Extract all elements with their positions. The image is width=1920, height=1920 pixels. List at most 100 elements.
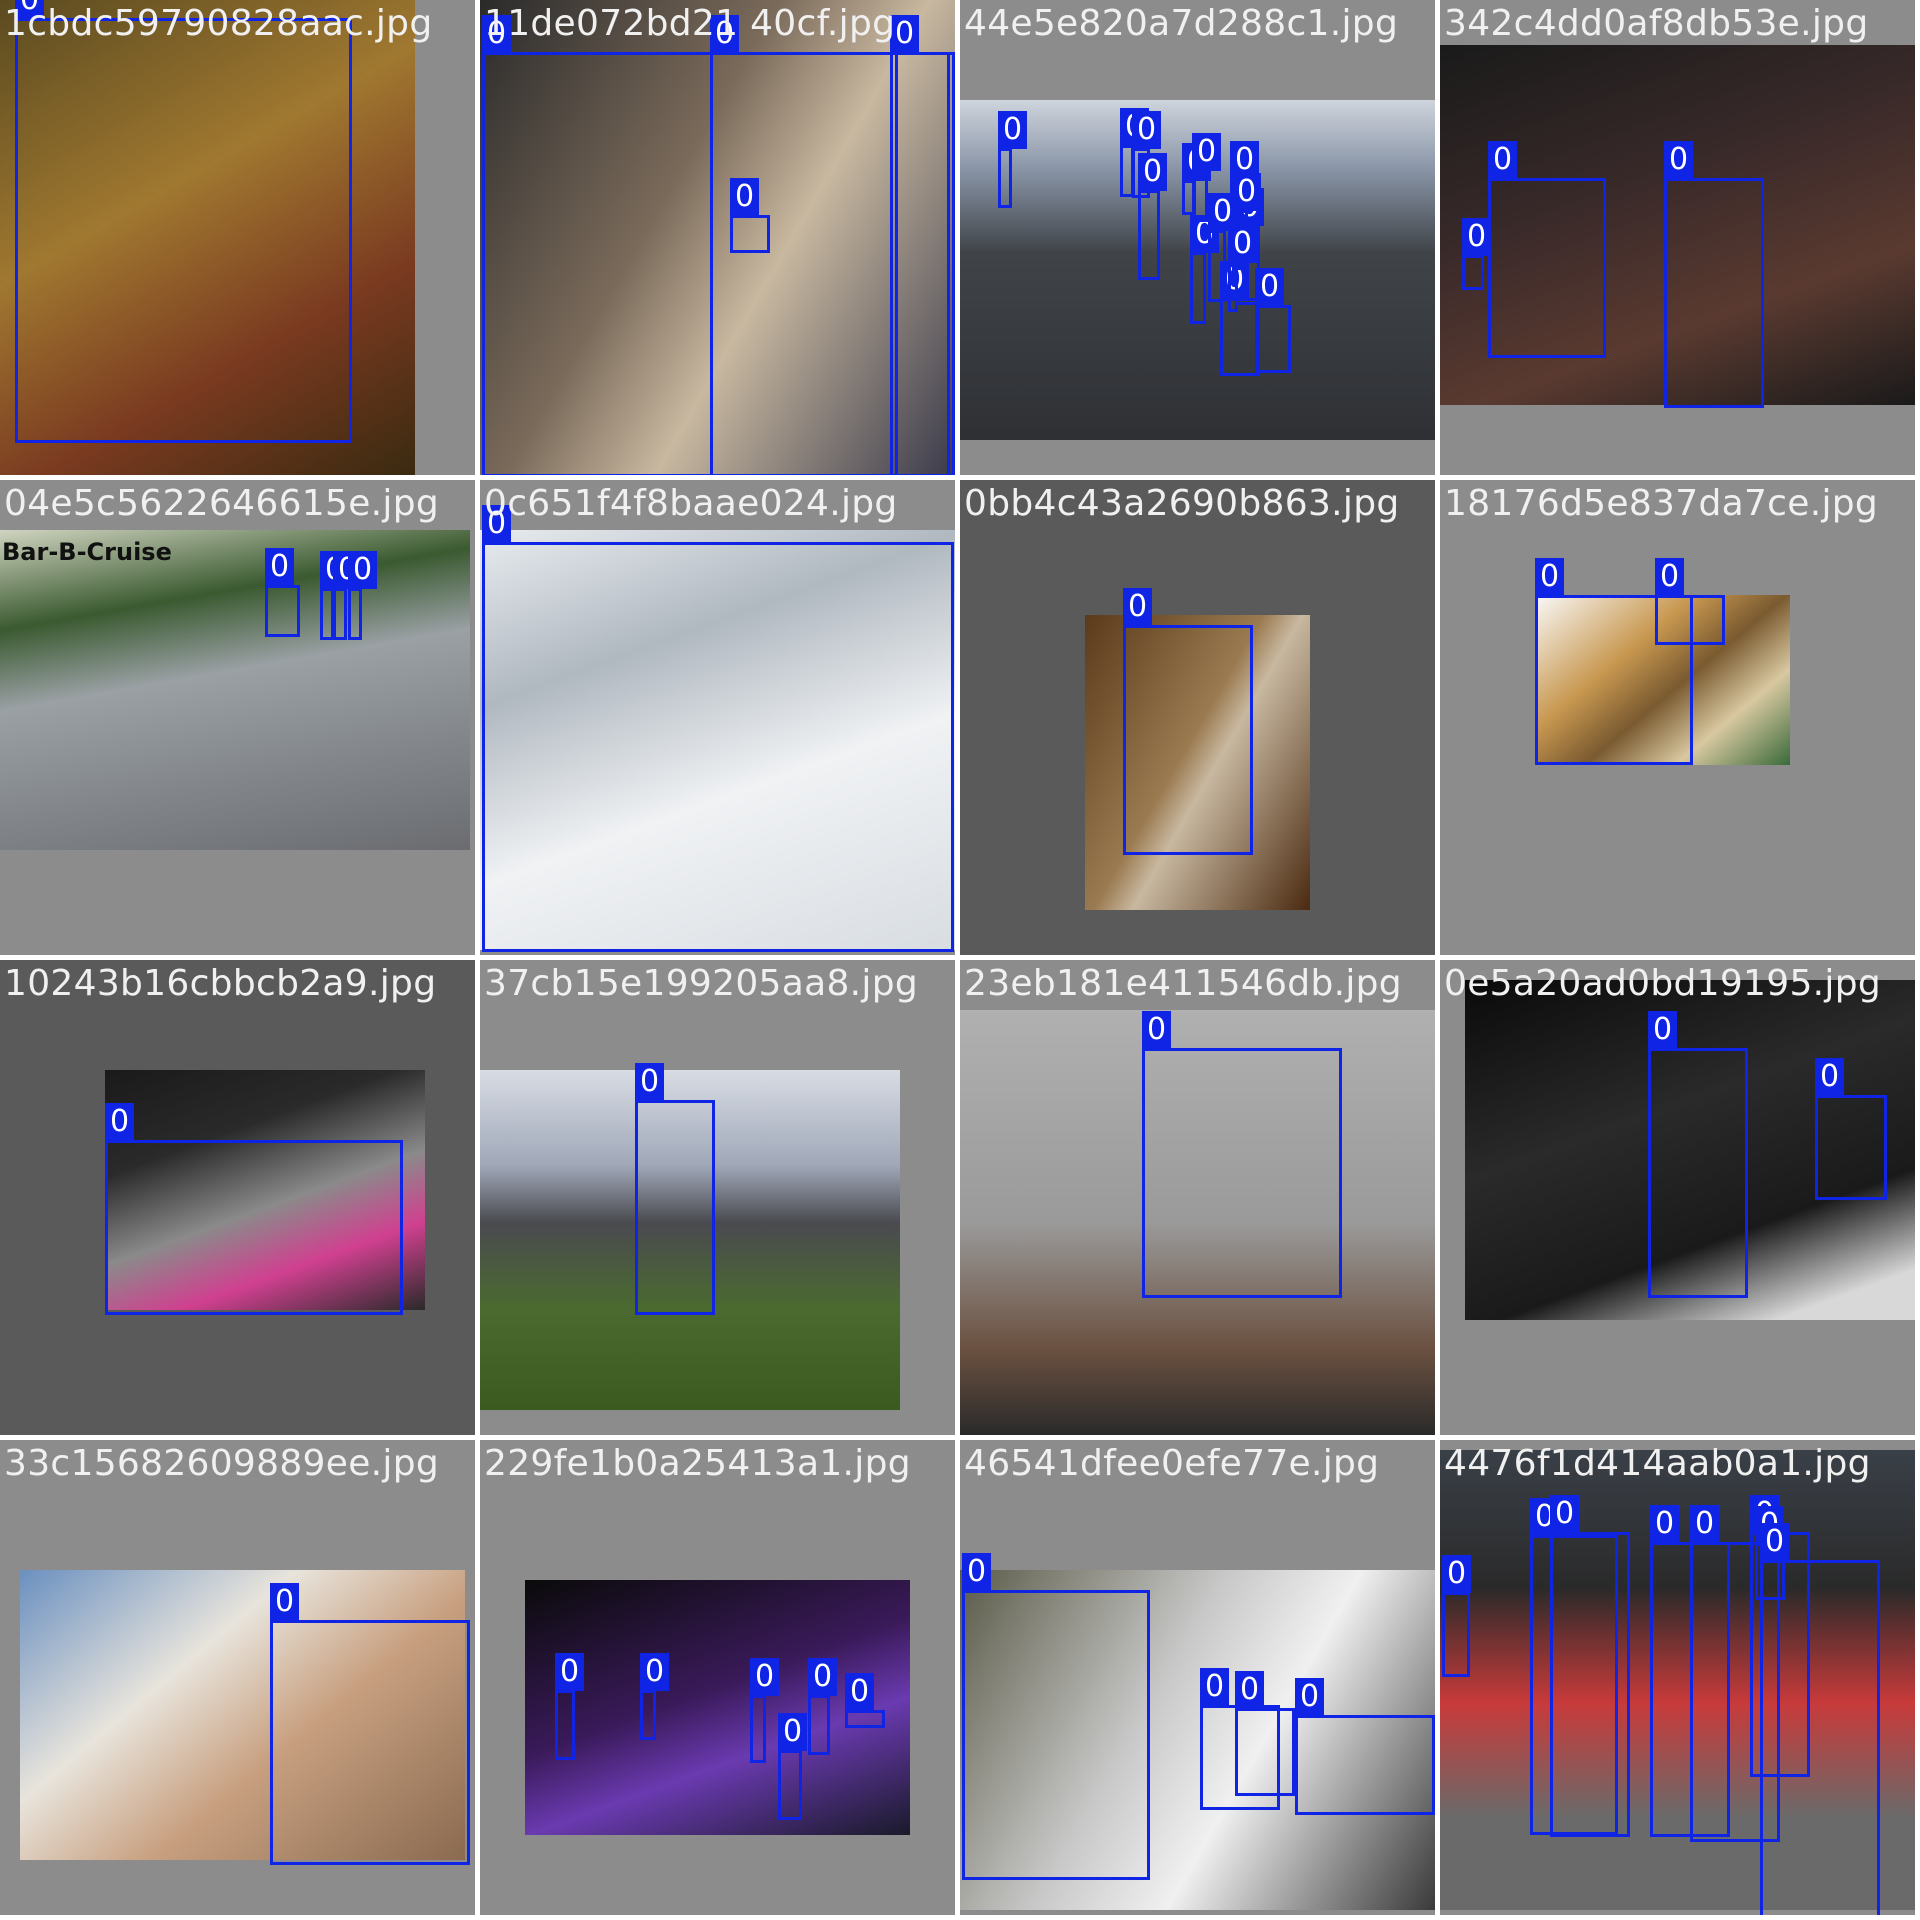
bounding-box: 0 bbox=[750, 1658, 780, 1763]
bounding-box: 0 bbox=[15, 0, 352, 443]
bounding-box: 0 bbox=[1190, 215, 1220, 324]
class-label: 0 bbox=[640, 1653, 670, 1691]
bounding-box: 0 bbox=[482, 505, 954, 952]
filename-label: 11de072bd21 40cf.jpg bbox=[484, 3, 896, 44]
bounding-box: 0 bbox=[635, 1063, 715, 1315]
bounding-box: 0 bbox=[348, 551, 378, 640]
class-label: 0 bbox=[750, 1658, 780, 1696]
class-label: 0 bbox=[778, 1713, 808, 1751]
bounding-box: 0 bbox=[1462, 218, 1492, 290]
image-tile[interactable]: 0 0c651f4f8baae024.jpg bbox=[480, 480, 955, 955]
class-label: 0 bbox=[1815, 1058, 1845, 1096]
filename-label: 342c4dd0af8db53e.jpg bbox=[1444, 3, 1869, 44]
detection-grid: 01cbdc59790828aac.jpg000011de072bd21 40c… bbox=[0, 0, 1920, 1920]
bounding-box: 0 bbox=[1815, 1058, 1887, 1200]
bounding-box: 0 bbox=[730, 178, 770, 253]
bounding-box: 0 bbox=[333, 551, 363, 640]
class-label: 0 bbox=[1200, 1668, 1230, 1706]
bounding-box: 0 bbox=[1220, 261, 1260, 376]
bounding-box: 0 bbox=[1255, 268, 1291, 373]
class-label: 0 bbox=[1232, 173, 1262, 211]
bounding-box: 0 bbox=[808, 1658, 838, 1755]
class-label: 0 bbox=[1488, 141, 1518, 179]
class-label: 0 bbox=[1690, 1505, 1720, 1543]
class-label: 0 bbox=[1664, 141, 1694, 179]
bounding-box: 0 bbox=[1228, 225, 1258, 312]
class-label: 0 bbox=[555, 1653, 585, 1691]
class-label: 0 bbox=[1535, 558, 1565, 596]
bounding-box: 0 bbox=[1235, 1671, 1295, 1796]
filename-label: 0bb4c43a2690b863.jpg bbox=[964, 483, 1400, 524]
image-tile[interactable]: 0 37cb15e199205aa8.jpg bbox=[480, 960, 955, 1435]
filename-label: 18176d5e837da7ce.jpg bbox=[1444, 483, 1879, 524]
bounding-box: 0 bbox=[1442, 1555, 1472, 1677]
class-label: 0 bbox=[1550, 1495, 1580, 1533]
class-label: 0 bbox=[1442, 1555, 1472, 1593]
class-label: 0 bbox=[1192, 133, 1222, 171]
photo bbox=[0, 530, 470, 850]
bounding-box: 0 bbox=[1648, 1011, 1748, 1298]
bounding-box: 0 bbox=[890, 15, 955, 475]
class-label: 0 bbox=[1235, 1671, 1265, 1709]
class-label: 0 bbox=[105, 1103, 135, 1141]
image-tile[interactable]: 0 0 18176d5e837da7ce.jpg bbox=[1440, 480, 1915, 955]
bounding-box: 0 bbox=[320, 551, 350, 640]
filename-label: 33c15682609889ee.jpg bbox=[4, 1443, 439, 1484]
class-label: 0 bbox=[1648, 1011, 1678, 1049]
class-label: 0 bbox=[1760, 1523, 1790, 1561]
class-label: 0 bbox=[845, 1673, 875, 1711]
filename-label: 44e5e820a7d288c1.jpg bbox=[964, 3, 1399, 44]
image-tile[interactable]: 0000000000000044e5e820a7d288c1.jpg bbox=[960, 0, 1435, 475]
image-tile[interactable]: 0 33c15682609889ee.jpg bbox=[0, 1440, 475, 1915]
class-label: 0 bbox=[635, 1063, 665, 1101]
bounding-box: 0 bbox=[270, 1583, 470, 1865]
bounding-box: 0 bbox=[1138, 153, 1168, 280]
bounding-box: 0 bbox=[962, 1553, 1150, 1880]
filename-label: 0e5a20ad0bd19195.jpg bbox=[1444, 963, 1882, 1004]
image-tile[interactable]: 0 23eb181e411546db.jpg bbox=[960, 960, 1435, 1435]
class-label: 0 bbox=[962, 1553, 992, 1591]
bounding-box: 0 bbox=[778, 1713, 808, 1820]
class-label: 0 bbox=[1123, 588, 1153, 626]
image-tile[interactable]: 0 10243b16cbbcb2a9.jpg bbox=[0, 960, 475, 1435]
filename-label: 4476f1d414aab0a1.jpg bbox=[1444, 1443, 1871, 1484]
bounding-box: 0 bbox=[1192, 133, 1222, 222]
bounding-box: 0 bbox=[265, 548, 300, 637]
image-tile[interactable]: 0 0 0 0 0 0 229fe1b0a25413a1.jpg bbox=[480, 1440, 955, 1915]
image-tile[interactable]: 0 0bb4c43a2690b863.jpg bbox=[960, 480, 1435, 955]
bounding-box: 0 bbox=[1142, 1011, 1342, 1298]
image-tile[interactable]: 000000004476f1d414aab0a1.jpg bbox=[1440, 1440, 1915, 1915]
image-tile[interactable]: 0 0 0 0 46541dfee0efe77e.jpg bbox=[960, 1440, 1435, 1915]
filename-label: 229fe1b0a25413a1.jpg bbox=[484, 1443, 911, 1484]
bounding-box: 0 bbox=[998, 111, 1028, 208]
bounding-box: 0 bbox=[1123, 588, 1253, 855]
filename-label: 1cbdc59790828aac.jpg bbox=[4, 3, 433, 44]
bounding-box: 0 bbox=[710, 15, 898, 475]
bounding-box: 0 bbox=[1760, 1523, 1880, 1915]
class-label: 0 bbox=[1255, 268, 1285, 306]
bounding-box: 0 bbox=[1655, 558, 1725, 645]
image-tile[interactable]: 0 0 0 0 11de072bd21 40cf.jpg bbox=[480, 0, 955, 475]
bounding-box: 0 bbox=[845, 1673, 885, 1728]
class-label: 0 bbox=[1655, 558, 1685, 596]
image-tile[interactable]: 0 0 0 342c4dd0af8db53e.jpg bbox=[1440, 0, 1915, 475]
bounding-box: 0 bbox=[1650, 1505, 1730, 1837]
image-tile[interactable]: 01cbdc59790828aac.jpg bbox=[0, 0, 475, 475]
class-label: 0 bbox=[998, 111, 1028, 149]
image-tile[interactable]: 0 0 0e5a20ad0bd19195.jpg bbox=[1440, 960, 1915, 1435]
class-label: 0 bbox=[1138, 153, 1168, 191]
bounding-box: 0 bbox=[1550, 1495, 1630, 1837]
bounding-box: 0 bbox=[1488, 141, 1606, 358]
filename-label: 0c651f4f8baae024.jpg bbox=[484, 483, 898, 524]
class-label: 0 bbox=[1295, 1678, 1325, 1716]
image-tile[interactable]: Bar-B-Cruise000004e5c5622646615e.jpg bbox=[0, 480, 475, 955]
class-label: 0 bbox=[1462, 218, 1492, 256]
bounding-box: 0 bbox=[555, 1653, 585, 1760]
bounding-box: 0 bbox=[1295, 1678, 1435, 1815]
bounding-box: 0 bbox=[1664, 141, 1764, 408]
class-label: 0 bbox=[1228, 225, 1258, 263]
class-label: 0 bbox=[1650, 1505, 1680, 1543]
class-label: 0 bbox=[348, 551, 378, 589]
bounding-box: 0 bbox=[640, 1653, 670, 1740]
filename-label: 46541dfee0efe77e.jpg bbox=[964, 1443, 1380, 1484]
